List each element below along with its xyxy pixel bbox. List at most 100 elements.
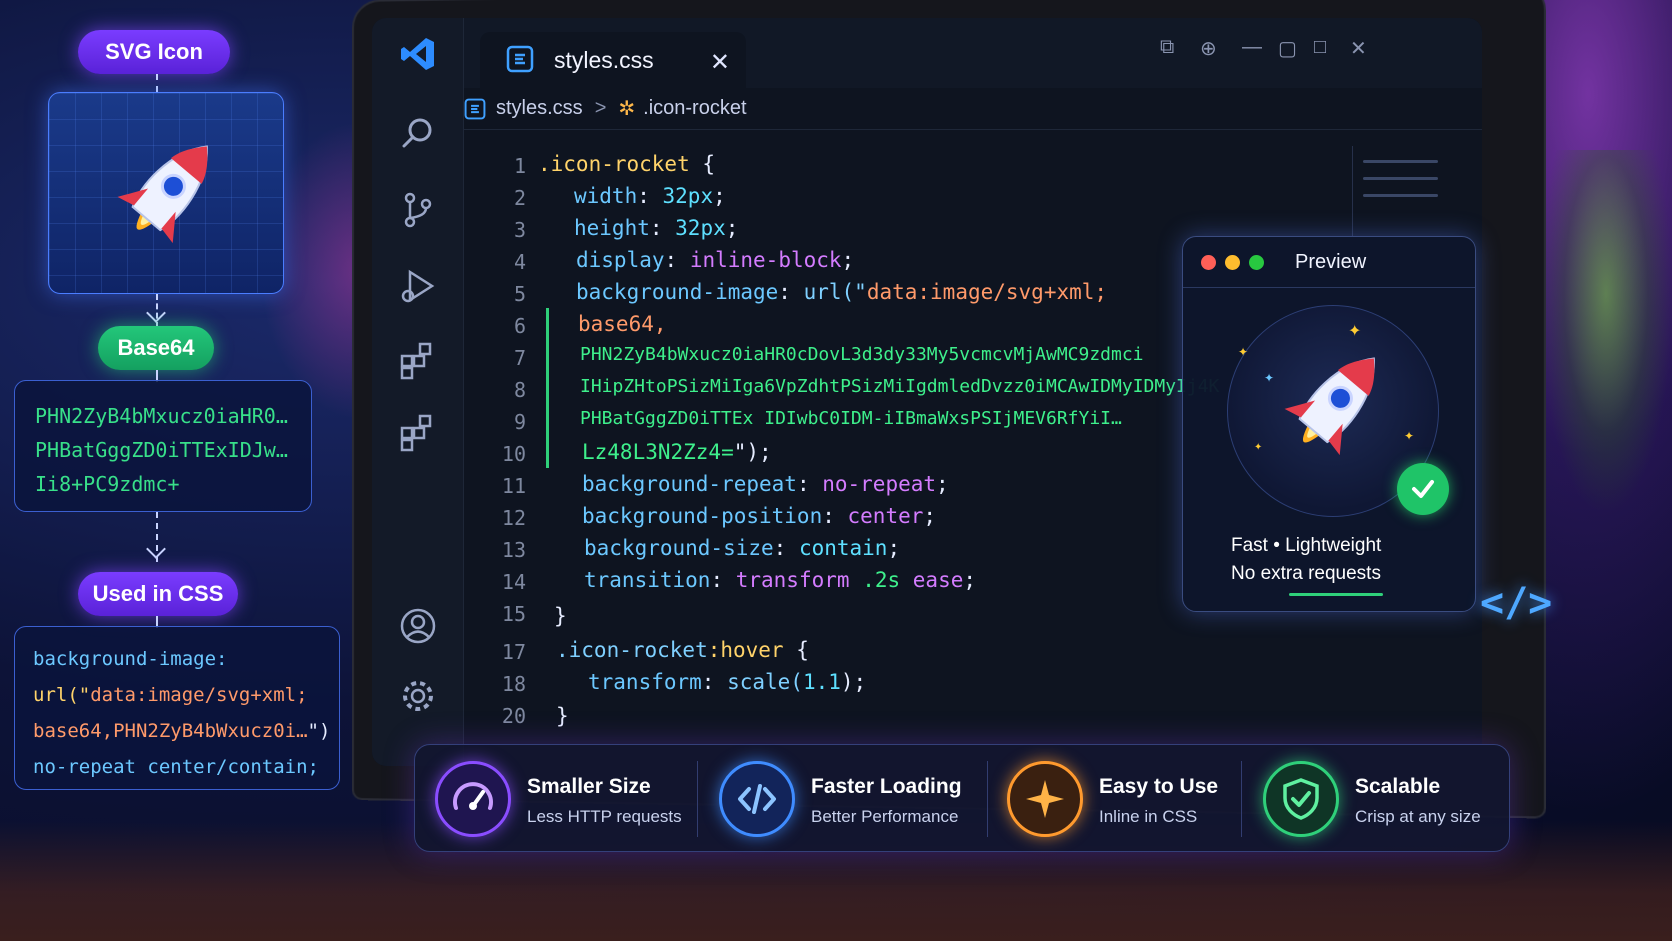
source-control-icon[interactable]	[398, 190, 438, 230]
breadcrumb-separator: >	[594, 97, 607, 119]
svg-text:✦: ✦	[1254, 442, 1262, 453]
code-line: background-position: center;	[582, 504, 937, 528]
preview-caption: No extra requests	[1231, 563, 1381, 584]
extensions-icon[interactable]	[398, 412, 438, 452]
code-line: Lz48L3N2Zz4=");	[582, 440, 772, 464]
code-line: IHipZHtoPSizMiIga6VpZdhtPSizMiIgdmledDvz…	[580, 376, 1220, 397]
code-line: transform: scale(1.1);	[588, 670, 867, 694]
code-property: background-position	[582, 504, 823, 528]
code-line: PHN2ZyB4bWxucz0iaHR0cDovL3d3dy33My5vcmcv…	[580, 344, 1144, 365]
search-icon[interactable]	[398, 114, 438, 154]
code-property: display	[576, 248, 665, 272]
used-in-css-label: Used in CSS	[78, 572, 238, 616]
line-number: 10	[501, 442, 526, 466]
feature-subtitle: Less HTTP requests	[527, 807, 682, 826]
code-line: PHBatGggZD0iTTEx IDIwbC0IDM-iIBmaWxsPSIj…	[580, 408, 1122, 429]
line-number: 7	[513, 346, 526, 370]
code-line: height: 32px;	[574, 216, 739, 240]
line-number: 12	[501, 506, 526, 530]
feature-faster-loading: Faster Loading Better Performance	[699, 745, 985, 853]
minimap[interactable]	[1352, 146, 1448, 236]
code-value: ease	[912, 568, 964, 592]
maximize-icon[interactable]: □	[1314, 36, 1326, 59]
code-property: transition	[584, 568, 711, 592]
tab-styles-css[interactable]: styles.css ✕	[480, 32, 746, 88]
svg-text:✦: ✦	[1404, 429, 1414, 443]
code-selector: .icon-rocket	[556, 638, 708, 662]
code-property: background-repeat	[582, 472, 797, 496]
line-number: 20	[501, 704, 526, 728]
minimize-icon[interactable]: —	[1242, 36, 1262, 59]
minimap-row	[1363, 177, 1438, 180]
extensions-icon[interactable]	[398, 340, 438, 380]
line-number: 18	[501, 672, 526, 696]
code-selector: .icon-rocket	[538, 152, 690, 176]
diff-gutter-marker	[546, 308, 549, 468]
base64-code-box: PHN2ZyB4bMxucz0iaHR0… PHBatGggZD0iTTExID…	[14, 380, 312, 512]
tab-label: styles.css	[554, 46, 654, 73]
base64-line: PHN2ZyB4bMxucz0iaHR0…	[35, 404, 288, 428]
feature-title: Easy to Use	[1099, 775, 1219, 798]
css-snippet-pun: ")	[307, 720, 331, 742]
feature-title: Smaller Size	[527, 775, 651, 798]
maximize-dot-icon[interactable]	[1249, 255, 1264, 270]
code-line: background-image: url("data:image/svg+xm…	[576, 280, 1108, 304]
feature-subtitle: Inline in CSS	[1099, 807, 1198, 826]
divider	[1183, 287, 1475, 288]
plant-decoration	[1540, 150, 1672, 510]
line-number: 8	[513, 378, 526, 402]
code-value: contain	[798, 536, 888, 560]
flow-connector	[156, 74, 158, 92]
arrow-down-icon	[146, 539, 166, 559]
line-number: 11	[501, 474, 526, 498]
split-view-icon[interactable]: ⧉	[1160, 36, 1174, 59]
gauge-icon	[435, 761, 511, 837]
feature-easy-to-use: Easy to Use Inline in CSS	[987, 745, 1241, 853]
code-line: background-size: contain;	[584, 536, 901, 560]
css-snippet-line: background-image:	[33, 648, 228, 670]
code-function: url("	[803, 280, 867, 304]
svg-icon-card	[48, 92, 284, 294]
line-number: 5	[513, 282, 526, 306]
run-debug-icon[interactable]	[398, 266, 438, 306]
feature-title: Faster Loading	[811, 775, 962, 798]
window-close-icon[interactable]: ✕	[1350, 36, 1367, 61]
minimize-dot-icon[interactable]	[1225, 255, 1240, 270]
minimap-row	[1363, 194, 1438, 197]
code-brace: {	[796, 638, 809, 662]
code-property: transform	[588, 670, 702, 694]
minimap-row	[1363, 160, 1438, 163]
arrow-down-icon	[146, 303, 166, 323]
code-value: no-repeat	[822, 472, 937, 496]
base64-line: PHBatGggZD0iTTExIDJw…	[35, 438, 288, 462]
code-value: 1.1	[802, 670, 841, 694]
code-line: base64,	[578, 312, 667, 336]
preview-panel: Preview ✦ ✦ ✦ ✦ ✦ Fast • Lightweight No …	[1182, 236, 1476, 612]
code-value: transform	[735, 568, 850, 592]
inspect-icon[interactable]: ⊕	[1200, 36, 1217, 61]
code-value: 32px	[662, 184, 714, 208]
preview-title: Preview	[1295, 251, 1367, 273]
title-bar: styles.css ✕ ⧉ ⊕ — ▢ □ ✕	[464, 18, 1482, 88]
vscode-logo-icon	[401, 38, 434, 70]
css-file-icon	[506, 45, 534, 73]
close-dot-icon[interactable]	[1201, 255, 1216, 270]
breadcrumb-file[interactable]: styles.css	[496, 97, 583, 120]
code-line: }	[554, 604, 567, 628]
account-icon[interactable]	[398, 606, 438, 646]
gear-icon[interactable]	[398, 676, 438, 716]
divider	[697, 761, 698, 837]
svg-text:✦: ✦	[1238, 345, 1248, 359]
close-icon[interactable]: ✕	[710, 48, 730, 77]
activity-bar	[372, 18, 464, 766]
svg-icon-label: SVG Icon	[78, 30, 230, 74]
svg-text:✦: ✦	[1348, 321, 1361, 340]
code-line: .icon-rocket:hover {	[556, 638, 809, 662]
css-snippet-fn: url("	[33, 684, 91, 706]
line-number: 2	[513, 186, 526, 210]
line-number: 1	[513, 154, 526, 178]
feature-bar: Smaller Size Less HTTP requests Faster L…	[414, 744, 1510, 852]
breadcrumb-symbol[interactable]: .icon-rocket	[643, 97, 746, 120]
restore-icon[interactable]: ▢	[1278, 36, 1297, 61]
line-number: 15	[501, 602, 526, 626]
